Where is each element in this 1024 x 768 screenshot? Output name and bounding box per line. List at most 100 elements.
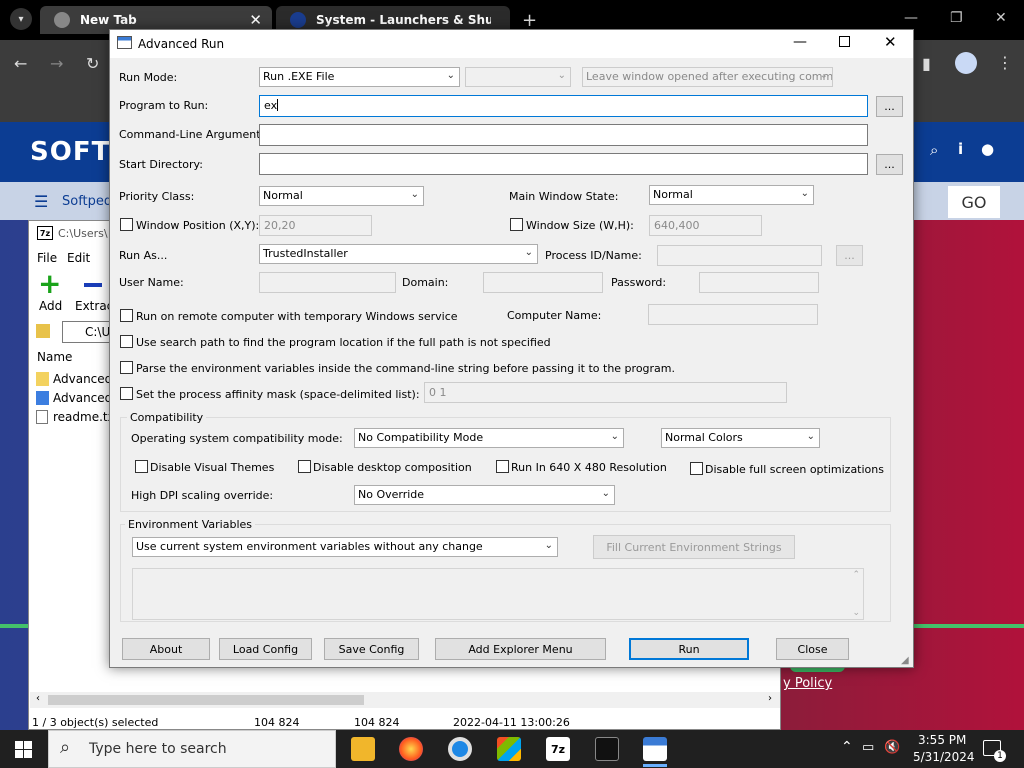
volume-muted-icon[interactable]: 🔇 xyxy=(884,740,900,755)
add-icon[interactable]: + xyxy=(38,270,61,298)
program-value: ex xyxy=(264,99,278,112)
forward-icon[interactable]: → xyxy=(50,54,63,73)
close-icon[interactable]: ✕ xyxy=(884,33,897,51)
terminal-icon[interactable] xyxy=(595,737,619,761)
window-size-checkbox[interactable] xyxy=(510,218,523,231)
process-id-input[interactable] xyxy=(657,245,822,266)
scroll-down-icon[interactable]: ⌄ xyxy=(852,608,860,618)
run-button[interactable]: Run xyxy=(629,638,749,660)
affinity-input[interactable]: 0 1 xyxy=(424,382,787,403)
browse-process-button[interactable]: ... xyxy=(836,245,863,266)
search-icon[interactable]: ⌕ xyxy=(930,141,938,159)
file-row[interactable]: readme.txt xyxy=(36,410,119,424)
leave-window-select[interactable]: Leave window opened after executing comm… xyxy=(582,67,833,87)
7zip-taskbar-icon[interactable]: 7z xyxy=(546,737,570,761)
os-compat-select[interactable]: No Compatibility Mode ⌄ xyxy=(354,428,624,448)
password-input[interactable] xyxy=(699,272,819,293)
restore-icon[interactable]: ❐ xyxy=(950,10,963,26)
os-compat-value: No Compatibility Mode xyxy=(358,431,484,444)
search-path-checkbox[interactable] xyxy=(120,335,133,348)
resize-grip-icon[interactable]: ◢ xyxy=(901,655,909,666)
save-config-button[interactable]: Save Config xyxy=(324,638,419,660)
chrome-icon[interactable] xyxy=(448,737,472,761)
window-state-select[interactable]: Normal ⌄ xyxy=(649,185,814,205)
profile-icon[interactable] xyxy=(955,52,977,74)
advancedrun-taskbar-icon[interactable] xyxy=(643,737,667,761)
extract-button-label[interactable]: Extrac xyxy=(75,299,113,313)
add-button-label[interactable]: Add xyxy=(39,299,62,313)
clock-time[interactable]: 3:55 PM xyxy=(918,733,966,747)
colors-select[interactable]: Normal Colors ⌄ xyxy=(661,428,820,448)
program-input[interactable]: ex xyxy=(259,95,868,117)
hamburger-icon[interactable]: ☰ xyxy=(34,192,48,211)
maximize-icon[interactable] xyxy=(839,36,850,47)
window-position-checkbox[interactable] xyxy=(120,218,133,231)
disable-fullscreen-checkbox[interactable] xyxy=(690,462,703,475)
minimize-icon[interactable]: — xyxy=(793,34,807,50)
scroll-right-icon[interactable]: › xyxy=(768,693,772,704)
windows-start-icon[interactable] xyxy=(15,741,32,758)
extract-icon[interactable] xyxy=(84,283,102,287)
computer-name-input[interactable] xyxy=(648,304,818,325)
file-row[interactable]: Advanced xyxy=(36,391,112,405)
window-position-input[interactable]: 20,20 xyxy=(259,215,372,236)
about-button[interactable]: About xyxy=(122,638,210,660)
run-as-select[interactable]: TrustedInstaller ⌄ xyxy=(259,244,538,264)
browse-dir-button[interactable]: ... xyxy=(876,154,903,175)
env-text-area[interactable]: ⌃ ⌄ xyxy=(132,568,864,620)
menu-icon[interactable]: ⋮ xyxy=(997,53,1013,72)
nav-label[interactable]: Softpedi xyxy=(62,194,116,209)
fill-env-button[interactable]: Fill Current Environment Strings xyxy=(593,535,795,559)
user-name-input[interactable] xyxy=(259,272,396,293)
affinity-checkbox[interactable] xyxy=(120,387,133,400)
env-mode-select[interactable]: Use current system environment variables… xyxy=(132,537,558,557)
menu-file[interactable]: File xyxy=(37,251,57,265)
column-name[interactable]: Name xyxy=(37,350,72,364)
close-button[interactable]: Close xyxy=(776,638,849,660)
add-explorer-menu-button[interactable]: Add Explorer Menu xyxy=(435,638,606,660)
go-button[interactable]: GO xyxy=(948,186,1000,218)
sidepanel-icon[interactable]: ▮ xyxy=(922,54,931,73)
up-folder-icon[interactable] xyxy=(36,324,50,338)
remote-checkbox[interactable] xyxy=(120,309,133,322)
priority-select[interactable]: Normal ⌄ xyxy=(259,186,424,206)
domain-input[interactable] xyxy=(483,272,603,293)
horizontal-scrollbar[interactable]: ‹ › xyxy=(30,692,780,708)
disable-themes-checkbox[interactable] xyxy=(135,460,148,473)
dpi-select[interactable]: No Override ⌄ xyxy=(354,485,615,505)
start-dir-input[interactable] xyxy=(259,153,868,175)
scroll-thumb[interactable] xyxy=(48,695,364,705)
network-icon[interactable]: ▭ xyxy=(862,740,874,755)
file-explorer-icon[interactable] xyxy=(351,737,375,761)
window-size-input[interactable]: 640,400 xyxy=(649,215,762,236)
run-mode-select[interactable]: Run .EXE File ⌄ xyxy=(259,67,460,87)
tab-search-icon[interactable]: ▾ xyxy=(10,8,32,30)
minimize-icon[interactable]: — xyxy=(904,10,918,26)
load-config-button[interactable]: Load Config xyxy=(219,638,312,660)
privacy-policy-link[interactable]: y Policy xyxy=(783,676,832,691)
clock-date[interactable]: 5/31/2024 xyxy=(913,750,975,764)
reload-icon[interactable]: ↻ xyxy=(86,54,99,73)
info-icon[interactable]: i xyxy=(958,140,963,158)
disable-desktop-checkbox[interactable] xyxy=(298,460,311,473)
new-tab-icon[interactable]: + xyxy=(522,10,537,31)
back-icon[interactable]: ← xyxy=(14,54,27,73)
parse-env-checkbox[interactable] xyxy=(120,361,133,374)
cmd-args-input[interactable] xyxy=(259,124,868,146)
scroll-up-icon[interactable]: ⌃ xyxy=(852,570,860,580)
taskbar-search[interactable]: Type here to search xyxy=(48,730,336,768)
run-mode-extra-select[interactable]: ⌄ xyxy=(465,67,571,87)
close-icon[interactable]: ✕ xyxy=(995,10,1007,26)
run-640-checkbox[interactable] xyxy=(496,460,509,473)
scroll-left-icon[interactable]: ‹ xyxy=(36,693,40,704)
firefox-icon[interactable] xyxy=(399,737,423,761)
browse-program-button[interactable]: ... xyxy=(876,96,903,117)
menu-edit[interactable]: Edit xyxy=(67,251,90,265)
store-icon[interactable] xyxy=(497,737,521,761)
softpedia-logo[interactable]: SOFTI xyxy=(30,137,121,167)
file-row[interactable]: Advanced xyxy=(36,372,112,386)
close-icon[interactable]: ✕ xyxy=(249,11,262,29)
user-icon[interactable]: ● xyxy=(981,140,994,158)
chevron-up-icon[interactable]: ⌃ xyxy=(841,739,853,755)
softpedia-icon xyxy=(290,12,306,28)
